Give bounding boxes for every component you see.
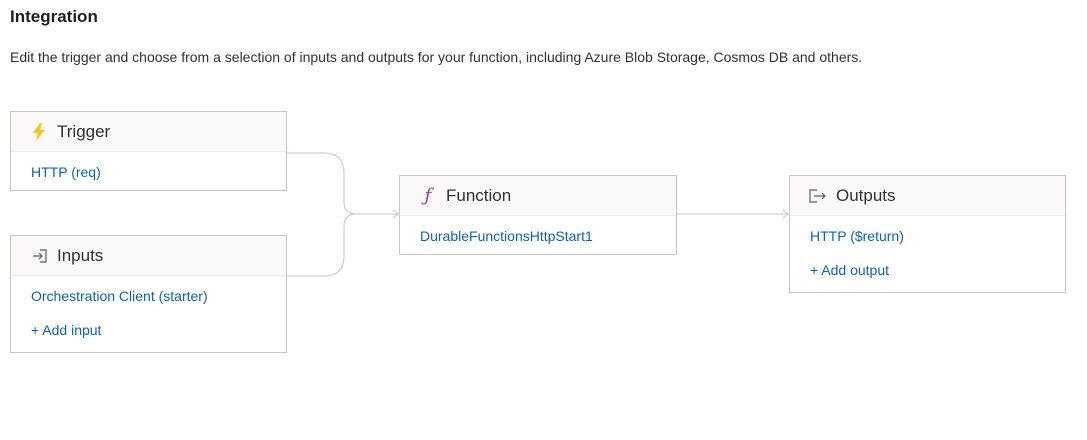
outputs-http-return-link[interactable]: HTTP ($return) bbox=[790, 228, 1065, 244]
inputs-title: Inputs bbox=[57, 245, 104, 265]
inputs-card: Inputs Orchestration Client (starter) + … bbox=[10, 235, 287, 353]
function-card-header: ƒ Function bbox=[400, 176, 676, 216]
add-output-link[interactable]: + Add output bbox=[790, 262, 1065, 278]
output-arrow-icon bbox=[809, 187, 827, 205]
outputs-title: Outputs bbox=[836, 185, 896, 205]
lightning-bolt-icon bbox=[30, 122, 48, 141]
function-card: ƒ Function DurableFunctionsHttpStart1 bbox=[399, 175, 677, 255]
function-icon: ƒ bbox=[424, 185, 432, 206]
outputs-card: Outputs HTTP ($return) + Add output bbox=[789, 175, 1066, 293]
inputs-orchestration-client-link[interactable]: Orchestration Client (starter) bbox=[11, 288, 286, 304]
inputs-to-function-connector bbox=[286, 213, 357, 277]
trigger-to-function-connector bbox=[286, 152, 398, 215]
add-input-link[interactable]: + Add input bbox=[11, 322, 286, 338]
inputs-card-header: Inputs bbox=[11, 236, 286, 276]
trigger-http-req-link[interactable]: HTTP (req) bbox=[11, 164, 286, 180]
trigger-card-header: Trigger bbox=[11, 112, 286, 152]
trigger-card: Trigger HTTP (req) bbox=[10, 111, 287, 191]
function-name-link[interactable]: DurableFunctionsHttpStart1 bbox=[400, 228, 676, 244]
outputs-card-header: Outputs bbox=[790, 176, 1065, 216]
input-arrow-icon bbox=[30, 247, 48, 265]
trigger-title: Trigger bbox=[57, 121, 111, 141]
function-title: Function bbox=[446, 185, 512, 205]
